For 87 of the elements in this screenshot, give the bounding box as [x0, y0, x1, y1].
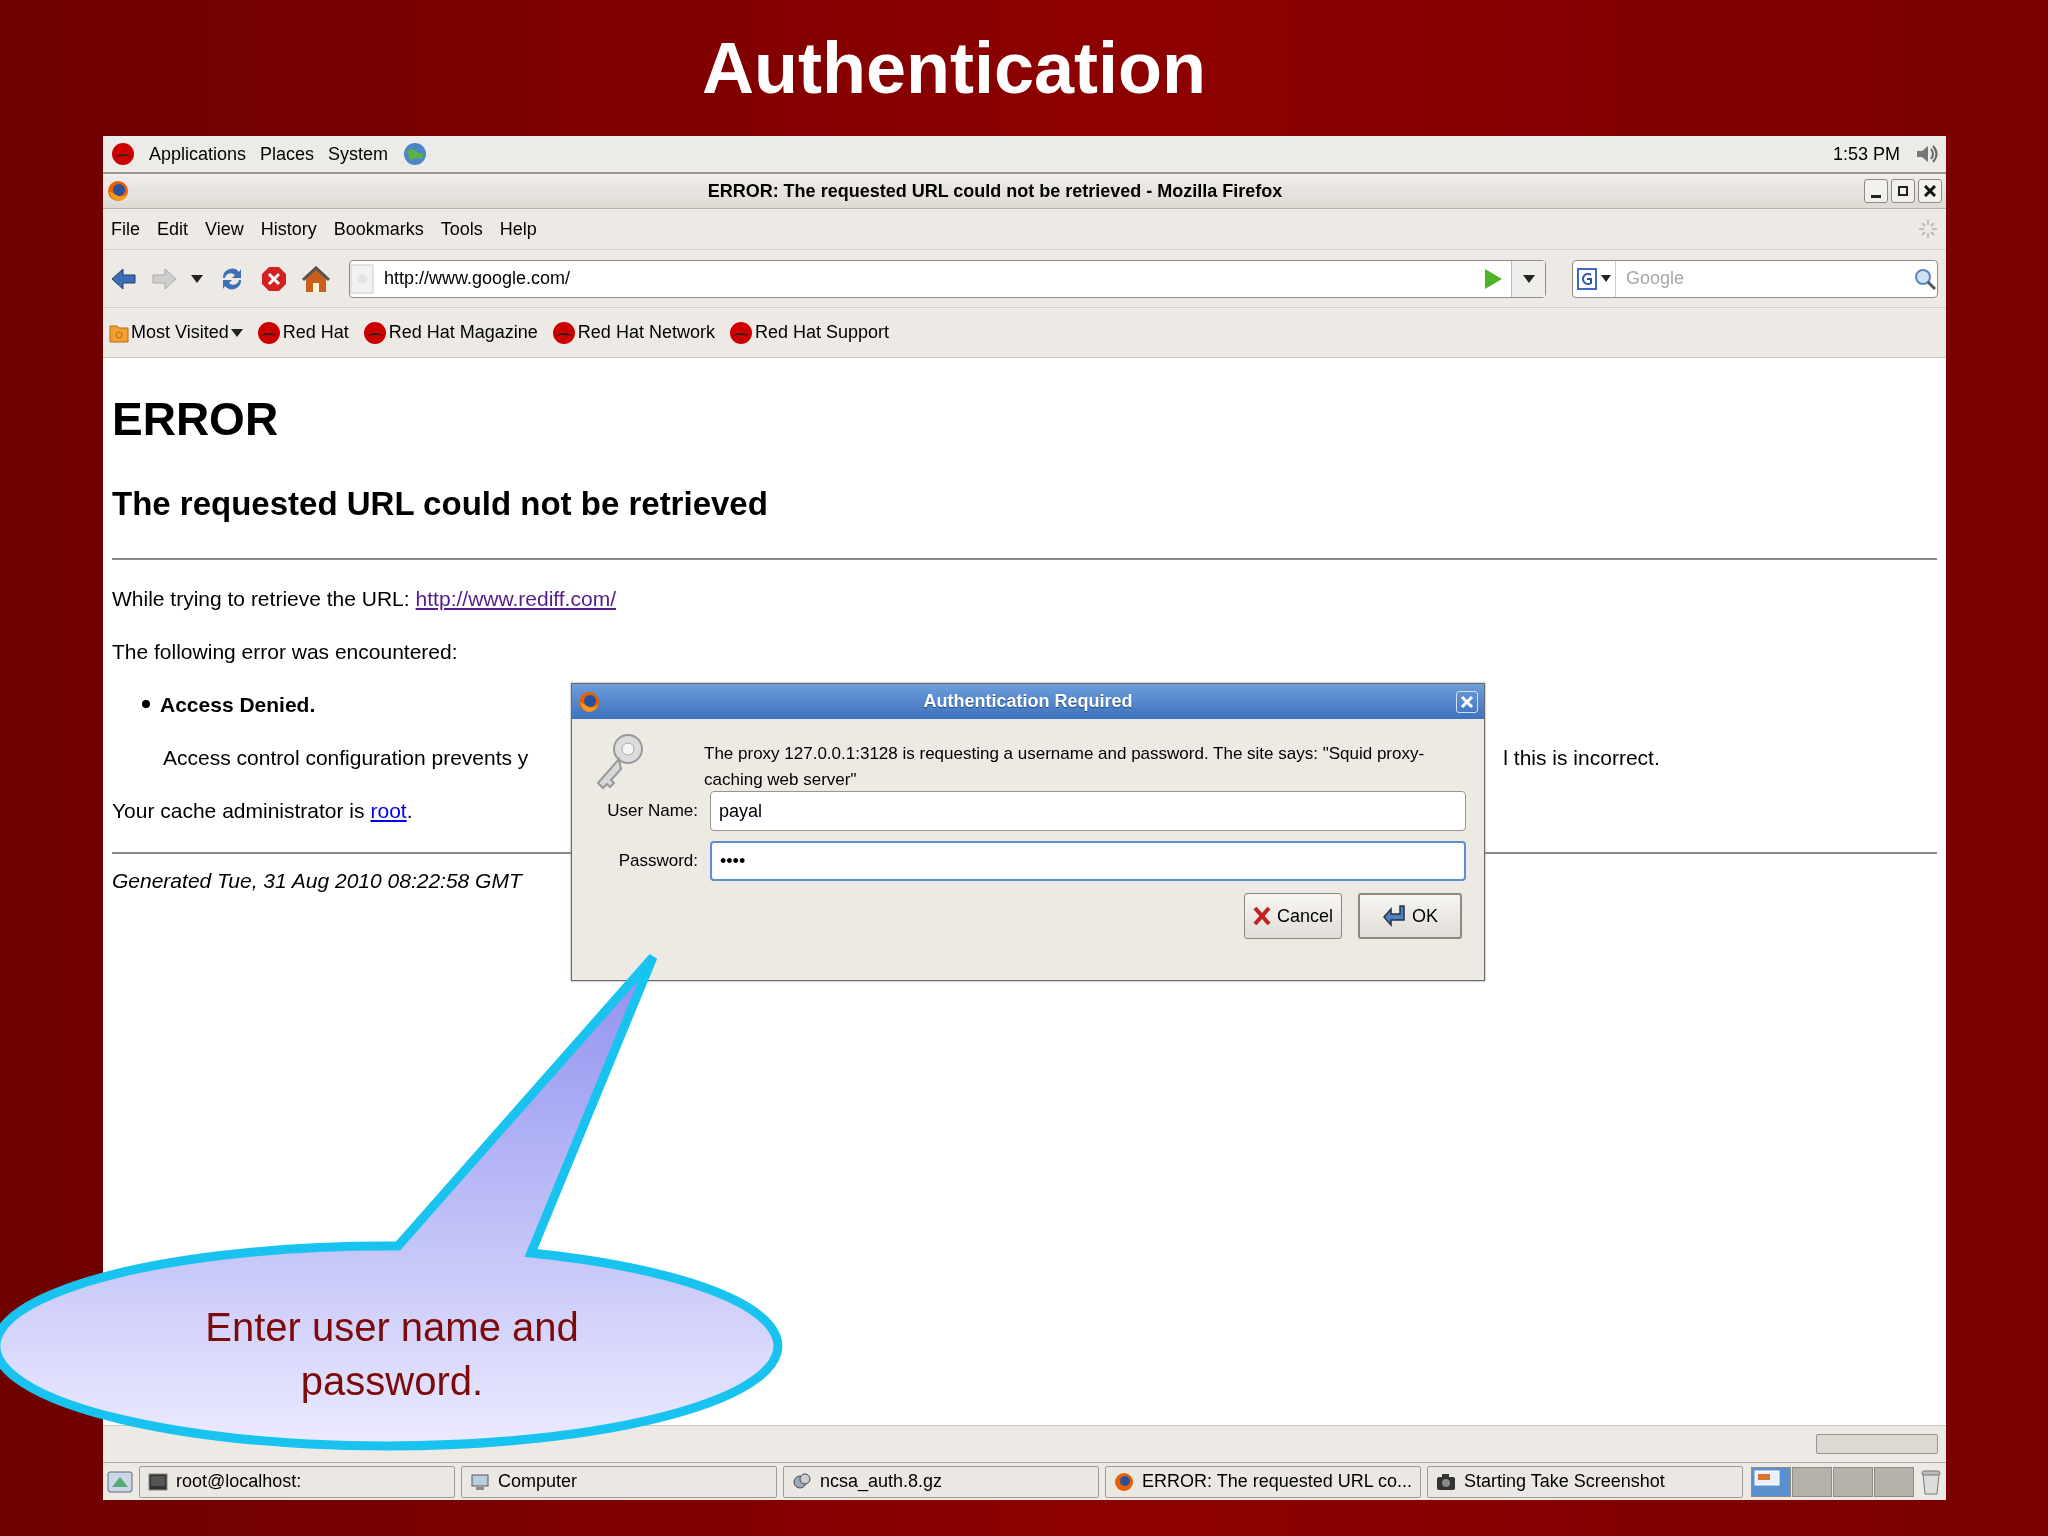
- stop-icon[interactable]: [261, 265, 287, 292]
- page-subheading: The requested URL could not be retrieved: [112, 484, 769, 524]
- google-g-icon: [1577, 267, 1597, 290]
- caret-icon[interactable]: [1522, 274, 1535, 283]
- taskbar-button[interactable]: root@localhost:: [139, 1465, 455, 1498]
- taskbar-button[interactable]: Starting Take Screenshot: [1427, 1465, 1743, 1498]
- maximize-button[interactable]: [1891, 179, 1915, 203]
- maximize-icon: [1898, 186, 1908, 196]
- taskbar-button[interactable]: ERROR: The requested URL co...: [1105, 1465, 1421, 1498]
- caret-icon[interactable]: [230, 328, 243, 337]
- search-box[interactable]: Google: [1572, 259, 1938, 298]
- throbber-icon: [1918, 219, 1938, 239]
- computer-icon: [470, 1471, 490, 1492]
- hat-icon: [256, 320, 281, 345]
- dialog-message: The proxy 127.0.0.1:3128 is requesting a username and password. The site says: "Squid proxy-caching web server": [704, 743, 1426, 791]
- menu-item[interactable]: View: [205, 215, 244, 243]
- clock: 1:53 PM: [1832, 142, 1900, 166]
- menu-item[interactable]: Edit: [157, 215, 189, 243]
- menu-item[interactable]: History: [260, 215, 317, 243]
- search-icon[interactable]: [1913, 266, 1937, 291]
- search-field[interactable]: Google: [1624, 264, 1913, 293]
- return-arrow-icon: [1382, 904, 1406, 928]
- folder-icon: [109, 322, 129, 343]
- page-icon: [350, 263, 374, 294]
- go-arrow-icon[interactable]: [1483, 267, 1503, 290]
- hat-logo-icon: [111, 142, 135, 166]
- firefox-icon: [107, 180, 129, 202]
- minimize-button[interactable]: [1864, 179, 1888, 203]
- hat-icon: [728, 320, 753, 345]
- cancel-icon: [1252, 906, 1271, 926]
- close-button[interactable]: [1918, 179, 1942, 203]
- admin-label: Your cache administrator is: [112, 798, 365, 824]
- bullet-icon: [142, 700, 150, 708]
- close-icon: [1924, 185, 1936, 197]
- workspace-switcher[interactable]: [1751, 1466, 1914, 1497]
- firefox-icon: [578, 690, 600, 713]
- url-field[interactable]: http://www.google.com/: [382, 264, 1483, 293]
- close-icon: [1460, 694, 1474, 709]
- page-heading: ERROR: [112, 392, 280, 447]
- input-field[interactable]: ••••: [710, 841, 1466, 881]
- dialog-title: Authentication Required: [922, 690, 1134, 713]
- panel-menu[interactable]: System: [328, 140, 389, 168]
- window-title: ERROR: The requested URL could not be retrieved - Mozilla Firefox: [706, 179, 1284, 203]
- error-item: Access Denied.: [160, 692, 316, 718]
- hat-icon: [551, 320, 576, 345]
- field-label: Password:: [617, 850, 698, 873]
- link[interactable]: http://www.rediff.com/: [415, 572, 616, 625]
- ok-button[interactable]: OK: [1358, 893, 1462, 939]
- bookmark-link[interactable]: Red Hat Network: [577, 319, 715, 346]
- home-icon[interactable]: [301, 264, 331, 293]
- url-label: While trying to retrieve the URL:: [112, 586, 410, 612]
- hat-icon: [362, 320, 387, 345]
- camera-icon: [1436, 1471, 1456, 1492]
- caret-icon[interactable]: [191, 274, 203, 283]
- punctuation: .: [406, 798, 413, 824]
- menu-item[interactable]: Tools: [440, 215, 483, 243]
- panel-menu[interactable]: Applications: [149, 140, 247, 168]
- error-intro: The following error was encountered:: [112, 639, 458, 665]
- explanation-text: l this is incorrect.: [1503, 745, 1660, 771]
- back-arrow-icon[interactable]: [111, 266, 137, 291]
- caret-icon[interactable]: [1601, 275, 1611, 282]
- bookmark-link[interactable]: Red Hat: [282, 319, 349, 346]
- taskbar-button[interactable]: ncsa_auth.8.gz: [783, 1465, 1099, 1498]
- taskbar-button[interactable]: Computer: [461, 1465, 777, 1498]
- menu-item[interactable]: File: [111, 215, 140, 243]
- menu-item[interactable]: Bookmarks: [333, 215, 424, 243]
- panel-menu[interactable]: Places: [260, 140, 315, 168]
- input-field[interactable]: payal: [710, 791, 1466, 831]
- explanation-text: Access control configuration prevents y: [163, 745, 529, 771]
- menu-item[interactable]: Help: [499, 215, 537, 243]
- link[interactable]: root: [370, 784, 407, 837]
- generated-text: Generated Tue, 31 Aug 2010 08:22:58 GMT: [112, 868, 522, 894]
- bookmark-link[interactable]: Red Hat Magazine: [388, 319, 538, 346]
- trash-icon[interactable]: [1920, 1468, 1942, 1495]
- globe-icon: [402, 141, 429, 167]
- field-label: User Name:: [606, 800, 698, 823]
- firefox-icon: [1114, 1471, 1134, 1492]
- address-bar[interactable]: http://www.google.com/: [349, 259, 1546, 298]
- slide-title: Authentication: [702, 27, 1206, 110]
- cancel-button[interactable]: Cancel: [1243, 893, 1342, 939]
- bookmark-link[interactable]: Red Hat Support: [754, 319, 889, 346]
- file-icon: [792, 1471, 812, 1492]
- terminal-icon: [148, 1471, 168, 1492]
- callout-text: Enter user name and password.: [204, 1304, 580, 1405]
- bookmark-folder[interactable]: Most Visited: [131, 319, 229, 346]
- minimize-icon: [1871, 194, 1881, 198]
- workspace-icon: [1752, 1467, 1782, 1488]
